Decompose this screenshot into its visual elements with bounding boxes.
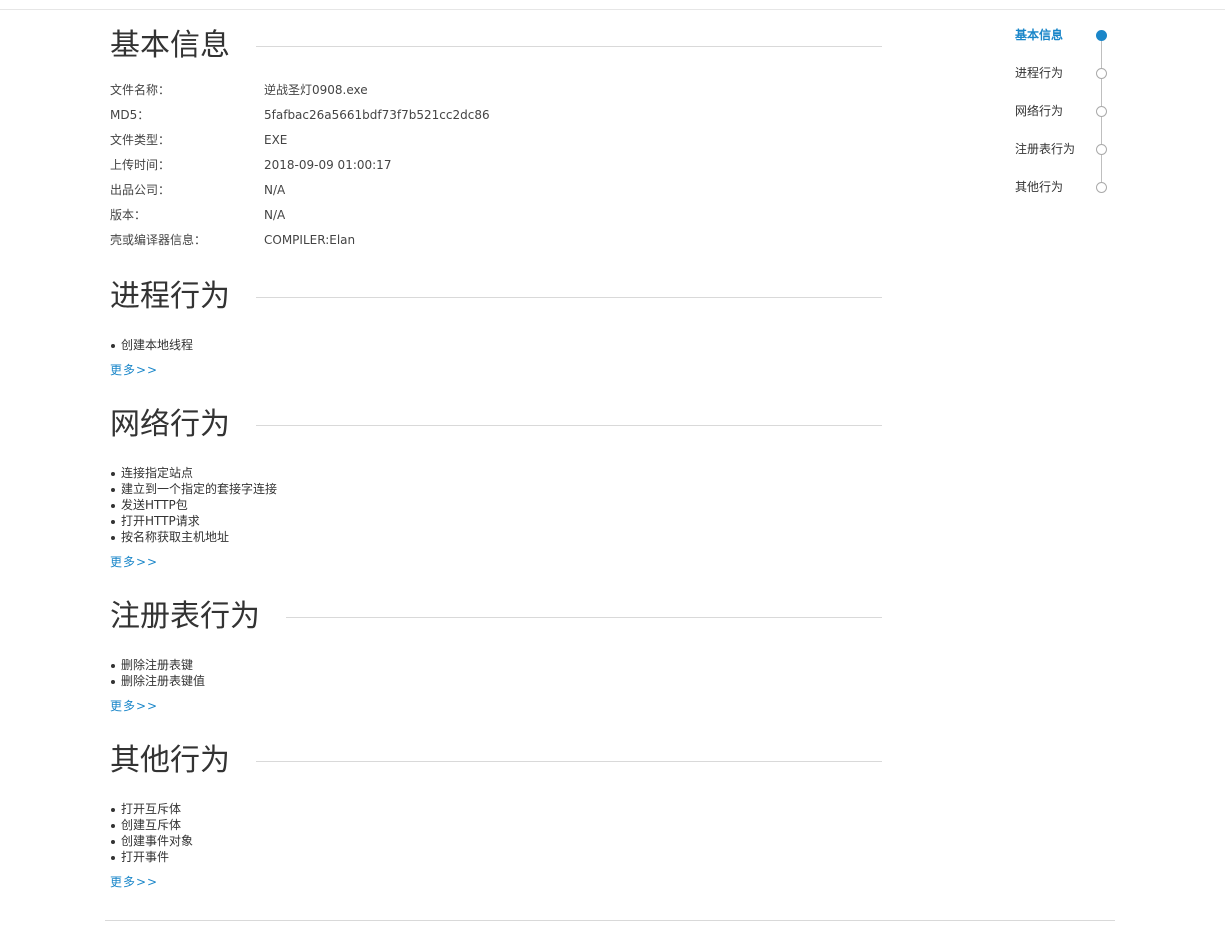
info-label: 壳或编译器信息： <box>110 233 207 247</box>
info-value: 2018-09-09 01:00:17 <box>264 158 392 172</box>
section-divider <box>256 296 882 298</box>
info-row-filetype: 文件类型： EXE <box>110 128 882 153</box>
registry-behavior-title: 注册表行为 <box>110 599 260 634</box>
side-nav-label: 其他行为 <box>1015 180 1064 194</box>
nav-dot-icon <box>1096 106 1107 117</box>
list-item: 按名称获取主机地址 <box>111 529 882 545</box>
list-item: 连接指定站点 <box>111 465 882 481</box>
other-behavior-header: 其他行为 <box>110 741 882 781</box>
section-divider <box>286 616 882 618</box>
info-label: 文件名称： <box>110 83 171 97</box>
network-behavior-title: 网络行为 <box>110 407 230 442</box>
registry-more-link[interactable]: 更多>> <box>110 697 158 714</box>
other-behavior-list: 打开互斥体 创建互斥体 创建事件对象 打开事件 <box>110 801 882 865</box>
info-row-company: 出品公司： N/A <box>110 178 882 203</box>
section-divider <box>256 45 882 47</box>
side-nav-item-basic-info[interactable]: 基本信息 <box>1015 24 1115 62</box>
list-item: 打开HTTP请求 <box>111 513 882 529</box>
list-item: 创建互斥体 <box>111 817 882 833</box>
network-behavior-section: 网络行为 连接指定站点 建立到一个指定的套接字连接 发送HTTP包 打开HTTP… <box>110 405 882 570</box>
list-item: 建立到一个指定的套接字连接 <box>111 481 882 497</box>
info-label: 文件类型： <box>110 133 171 147</box>
info-value: 5fafbac26a5661bdf73f7b521cc2dc86 <box>264 108 490 122</box>
basic-info-header: 基本信息 <box>110 26 882 66</box>
side-nav-item-registry[interactable]: 注册表行为 <box>1015 138 1115 176</box>
side-nav-label: 基本信息 <box>1015 28 1064 42</box>
other-more-link[interactable]: 更多>> <box>110 873 158 890</box>
info-row-version: 版本： N/A <box>110 203 882 228</box>
registry-behavior-header: 注册表行为 <box>110 597 882 637</box>
list-item: 删除注册表键值 <box>111 673 882 689</box>
side-nav: 基本信息 进程行为 网络行为 注册表行为 其他行为 <box>1015 24 1115 214</box>
info-row-md5: MD5： 5fafbac26a5661bdf73f7b521cc2dc86 <box>110 103 882 128</box>
info-label: 上传时间： <box>110 158 171 172</box>
list-item: 打开事件 <box>111 849 882 865</box>
info-value: COMPILER:Elan <box>264 233 356 247</box>
side-nav-item-process[interactable]: 进程行为 <box>1015 62 1115 100</box>
process-more-link[interactable]: 更多>> <box>110 361 158 378</box>
info-row-upload-time: 上传时间： 2018-09-09 01:00:17 <box>110 153 882 178</box>
info-label: 版本： <box>110 208 147 222</box>
side-nav-item-other[interactable]: 其他行为 <box>1015 176 1115 214</box>
basic-info-table: 文件名称： 逆战圣灯0908.exe MD5： 5fafbac26a5661bd… <box>110 78 882 253</box>
network-more-link[interactable]: 更多>> <box>110 553 158 570</box>
nav-dot-icon <box>1096 144 1107 155</box>
process-behavior-section: 进程行为 创建本地线程 更多>> <box>110 277 882 378</box>
section-divider <box>256 760 882 762</box>
list-item: 创建本地线程 <box>111 337 882 353</box>
nav-dot-icon <box>1096 30 1107 41</box>
side-nav-label: 网络行为 <box>1015 104 1064 118</box>
info-label: MD5： <box>110 108 150 122</box>
info-label: 出品公司： <box>110 183 171 197</box>
registry-behavior-list: 删除注册表键 删除注册表键值 <box>110 657 882 689</box>
info-value: 逆战圣灯0908.exe <box>264 83 368 97</box>
network-behavior-header: 网络行为 <box>110 405 882 445</box>
side-nav-item-network[interactable]: 网络行为 <box>1015 100 1115 138</box>
section-divider <box>256 424 882 426</box>
side-nav-label: 进程行为 <box>1015 66 1064 80</box>
list-item: 发送HTTP包 <box>111 497 882 513</box>
info-row-filename: 文件名称： 逆战圣灯0908.exe <box>110 78 882 103</box>
process-behavior-header: 进程行为 <box>110 277 882 317</box>
side-nav-label: 注册表行为 <box>1015 142 1076 156</box>
registry-behavior-section: 注册表行为 删除注册表键 删除注册表键值 更多>> <box>110 597 882 714</box>
list-item: 创建事件对象 <box>111 833 882 849</box>
info-row-compiler: 壳或编译器信息： COMPILER:Elan <box>110 228 882 253</box>
list-item: 删除注册表键 <box>111 657 882 673</box>
info-value: N/A <box>264 208 286 222</box>
nav-dot-icon <box>1096 182 1107 193</box>
nav-dot-icon <box>1096 68 1107 79</box>
process-behavior-list: 创建本地线程 <box>110 337 882 353</box>
bottom-divider <box>105 920 1115 921</box>
process-behavior-title: 进程行为 <box>110 279 230 314</box>
basic-info-section: 基本信息 文件名称： 逆战圣灯0908.exe MD5： 5fafbac26a5… <box>110 26 882 253</box>
network-behavior-list: 连接指定站点 建立到一个指定的套接字连接 发送HTTP包 打开HTTP请求 按名… <box>110 465 882 545</box>
top-bar <box>0 0 1225 10</box>
info-value: N/A <box>264 183 286 197</box>
basic-info-title: 基本信息 <box>110 28 230 63</box>
list-item: 打开互斥体 <box>111 801 882 817</box>
other-behavior-section: 其他行为 打开互斥体 创建互斥体 创建事件对象 打开事件 更多>> <box>110 741 882 890</box>
other-behavior-title: 其他行为 <box>110 743 230 778</box>
info-value: EXE <box>264 133 288 147</box>
